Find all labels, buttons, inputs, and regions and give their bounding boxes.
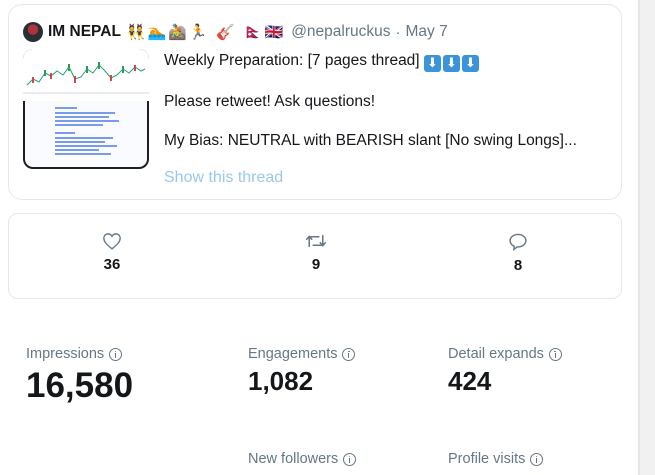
heart-icon: [103, 233, 121, 250]
tweet-media-thumbnail[interactable]: [23, 49, 149, 169]
user-handle[interactable]: @nepalruckus: [291, 23, 390, 41]
reply-icon: [509, 233, 527, 251]
info-icon[interactable]: [109, 347, 123, 361]
down-arrow-icon: ⬇: [442, 55, 460, 72]
tweet-text-line-3: My Bias: NEUTRAL with BEARISH slant [No …: [164, 132, 577, 149]
profile-visits-stat: Profile visits: [448, 451, 544, 467]
detail-expands-stat: Detail expands 424: [448, 346, 562, 397]
tweet-date[interactable]: May 7: [406, 23, 448, 41]
down-arrow-icon: ⬇: [423, 55, 441, 72]
new-followers-stat: New followers: [248, 451, 357, 467]
name-emojis: 👯🏊🚵🏃 🎸 🇳🇵🇬🇧: [126, 23, 286, 41]
info-icon[interactable]: [530, 452, 544, 466]
detail-expands-value: 424: [448, 366, 492, 396]
engagements-stat: Engagements 1,082: [248, 346, 356, 397]
tweet-text-line-1: Weekly Preparation: [7 pages thread] ⬇ ⬇ ⬇: [164, 51, 619, 72]
new-followers-label: New followers: [248, 451, 339, 467]
profile-visits-label: Profile visits: [448, 451, 526, 467]
impressions-stat: Impressions 16,580: [26, 346, 133, 406]
chart-thumbnail-icon: [23, 49, 149, 101]
reply-count: 8: [513, 257, 523, 274]
engagements-label: Engagements: [248, 346, 338, 362]
like-count: 36: [103, 256, 121, 273]
notes-thumbnail: [25, 101, 147, 167]
scrollbar[interactable]: [639, 0, 655, 475]
tweet-text-line-2: Please retweet! Ask questions!: [164, 93, 376, 110]
retweet-button[interactable]: 9: [286, 232, 346, 273]
tweet-card[interactable]: IM NEPAL 👯🏊🚵🏃 🎸 🇳🇵🇬🇧 @nepalruckus · May …: [8, 4, 622, 200]
tweet-activity-page: IM NEPAL 👯🏊🚵🏃 🎸 🇳🇵🇬🇧 @nepalruckus · May …: [0, 0, 655, 475]
info-icon[interactable]: [342, 347, 356, 361]
retweet-count: 9: [311, 256, 321, 273]
display-name[interactable]: IM NEPAL: [48, 23, 121, 41]
reply-button[interactable]: 8: [488, 232, 548, 274]
impressions-label: Impressions: [26, 346, 105, 362]
retweet-icon: [305, 235, 327, 247]
tweet-text[interactable]: Weekly Preparation: [7 pages thread] ⬇ ⬇ ⬇…: [164, 51, 619, 150]
down-arrow-icon: ⬇: [461, 55, 479, 72]
info-icon[interactable]: [343, 452, 357, 466]
impressions-value: 16,580: [26, 366, 134, 405]
avatar[interactable]: [23, 22, 43, 42]
show-thread-link[interactable]: Show this thread: [164, 169, 283, 187]
engagements-value: 1,082: [248, 366, 314, 396]
like-button[interactable]: 36: [82, 232, 142, 273]
tweet-header: IM NEPAL 👯🏊🚵🏃 🎸 🇳🇵🇬🇧 @nepalruckus · May …: [23, 19, 448, 45]
separator-dot: ·: [395, 23, 401, 41]
tweet-text-heading: Weekly Preparation: [7 pages thread]: [164, 52, 420, 69]
info-icon[interactable]: [548, 347, 562, 361]
engagement-card: 36 9 8: [8, 213, 622, 299]
detail-expands-label: Detail expands: [448, 346, 544, 362]
